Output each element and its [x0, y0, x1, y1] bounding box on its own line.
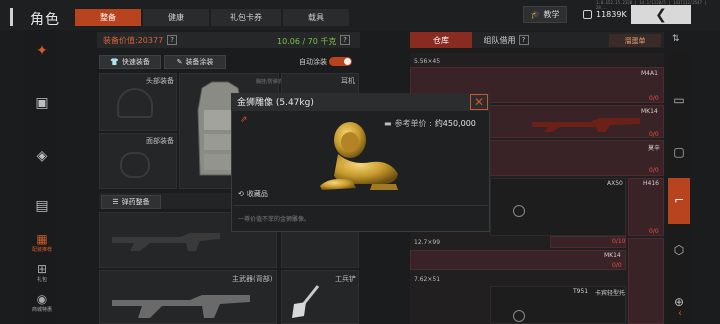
lion-statue-image	[320, 122, 398, 190]
sidebar-item-label: 礼包	[36, 277, 47, 283]
item-name: T951	[573, 288, 589, 295]
list-item[interactable]	[410, 250, 626, 270]
back-indicator	[10, 8, 13, 26]
loading-icon	[513, 205, 525, 217]
team-borrow-label: 组队借用	[483, 35, 516, 45]
sidebar-item-label: 配装推荐	[31, 247, 52, 253]
tab-vehicle[interactable]: 载具	[283, 9, 349, 26]
sidebar-item-sell[interactable]: ◉ 商城特惠	[29, 292, 55, 313]
caliber-label: 7.62×51	[414, 276, 441, 283]
tool-slot-label: 工兵铲	[335, 275, 356, 283]
weight-help-icon[interactable]: ?	[340, 35, 350, 45]
equipment-value: 20377	[137, 35, 164, 45]
loadout-icon: ▦	[36, 232, 48, 246]
loading-icon	[513, 310, 525, 322]
item-count: 0/0	[649, 131, 659, 138]
paint-label: 装备涂装	[185, 58, 214, 66]
sort-icon[interactable]: ⇅	[672, 34, 680, 44]
tab-health[interactable]: 健康	[143, 9, 209, 26]
spray-icon: ✎	[176, 58, 183, 66]
primary-weapon-label: 主武器(背部)	[232, 275, 273, 283]
helmet-slot-label: 头部装备	[146, 77, 174, 85]
coin-icon	[583, 10, 592, 19]
item-name: MK14	[604, 252, 621, 259]
popup-title: 金狮雕像 (5.47kg)	[237, 98, 314, 108]
item-name: MK14	[641, 108, 658, 115]
bag-filter-icon[interactable]: ▢	[669, 142, 689, 162]
share-icon[interactable]: ⇗	[240, 115, 248, 125]
tab-equip[interactable]: 整备	[75, 9, 141, 26]
teach-label: 教学	[543, 10, 560, 19]
mask-icon	[120, 152, 150, 178]
sidebar-item-loadout[interactable]: ▦ 配装推荐	[29, 232, 55, 253]
price-value: 约450,000	[434, 119, 476, 128]
character-icon[interactable]: ✦	[31, 40, 53, 62]
vest-icon[interactable]: ◈	[31, 145, 53, 167]
collectible-label: 收藏品	[246, 190, 268, 198]
auto-paint-label: 自动涂装	[299, 58, 327, 66]
tab-gift-card[interactable]: 礼包卡券	[211, 9, 281, 26]
caliber-label: 5.56×45	[414, 58, 441, 65]
rifle-icon	[112, 295, 250, 318]
vest-slot-label: 胸挂/防弹衣	[256, 79, 283, 85]
weight-readout: 10.06 / 70 千克	[277, 37, 337, 46]
back-button[interactable]: ❮	[631, 5, 691, 24]
backpack-icon[interactable]: ▣	[31, 92, 53, 114]
item-name: AX50	[607, 180, 623, 187]
tab-warehouse[interactable]: 仓库	[410, 32, 472, 48]
borrow-help-icon[interactable]: ?	[518, 35, 529, 45]
help-icon[interactable]: ?	[167, 35, 178, 45]
quick-equip-button[interactable]: 👕 快速装备	[99, 55, 161, 69]
item-name: 卡宾轻型托	[595, 290, 626, 297]
divider	[233, 205, 488, 206]
collectible-tag: ⟲ 收藏品	[238, 189, 268, 199]
rifle-item-icon	[532, 118, 640, 132]
box-icon[interactable]: ▤	[31, 195, 53, 217]
quick-equip-label: 快速装备	[121, 58, 150, 66]
value-label: 装备价值:	[103, 35, 138, 45]
close-button[interactable]: ✕	[470, 94, 488, 110]
shirt-icon: 👕	[110, 58, 119, 66]
refresh-icon: ⟲	[238, 190, 244, 198]
item-name: 莫辛	[648, 145, 661, 152]
toggle-knob	[344, 58, 351, 65]
graduation-cap-icon: 🎓	[530, 10, 541, 19]
earphone-slot-label: 耳机	[341, 77, 355, 85]
currency-value: 11839K	[596, 10, 627, 19]
collapse-icon[interactable]: ‹	[670, 308, 690, 322]
ammo-prep-label: 弹药整备	[121, 198, 150, 206]
paint-button[interactable]: ✎ 装备涂装	[164, 55, 226, 69]
sidebar-item-label: 商城特惠	[31, 307, 52, 313]
rifle-silhouette-icon	[112, 233, 220, 251]
shovel-icon	[292, 285, 320, 318]
item-count: 0/0	[649, 228, 659, 235]
helmet-icon	[117, 88, 153, 118]
face-slot-label: 面部装备	[146, 137, 174, 145]
ammo-prep-button[interactable]: ☰ 弹药整备	[101, 195, 161, 209]
page-title: 角色	[30, 12, 60, 28]
item-count: 0/10	[612, 238, 626, 245]
item-name: H416	[643, 180, 659, 187]
list-item[interactable]	[490, 178, 626, 236]
gift-icon: ⊞	[36, 262, 48, 276]
caliber-label: 12.7×99	[414, 239, 441, 246]
tab-team-borrow[interactable]: 组队借用 ?	[474, 32, 538, 48]
teach-button[interactable]: 🎓 教学	[523, 6, 567, 23]
sidebar-item-gift[interactable]: ⊞ 礼包	[29, 262, 55, 283]
item-name: M4A1	[641, 70, 658, 77]
list-icon: ☰	[112, 198, 119, 206]
list-item[interactable]	[628, 238, 664, 324]
sell-icon: ◉	[36, 292, 48, 306]
item-count: 0/0	[649, 95, 659, 102]
item-description: 一尊价值不菲的金狮雕像。	[238, 216, 311, 223]
store-button[interactable]: 溜蛋单	[609, 34, 661, 47]
item-count: 0/0	[649, 167, 659, 174]
gun-icon: ⌐	[673, 193, 685, 207]
armor-filter-icon[interactable]: ▭	[669, 90, 689, 110]
item-count: 0/0	[612, 262, 622, 269]
cube-filter-icon[interactable]: ⬡	[669, 240, 689, 260]
